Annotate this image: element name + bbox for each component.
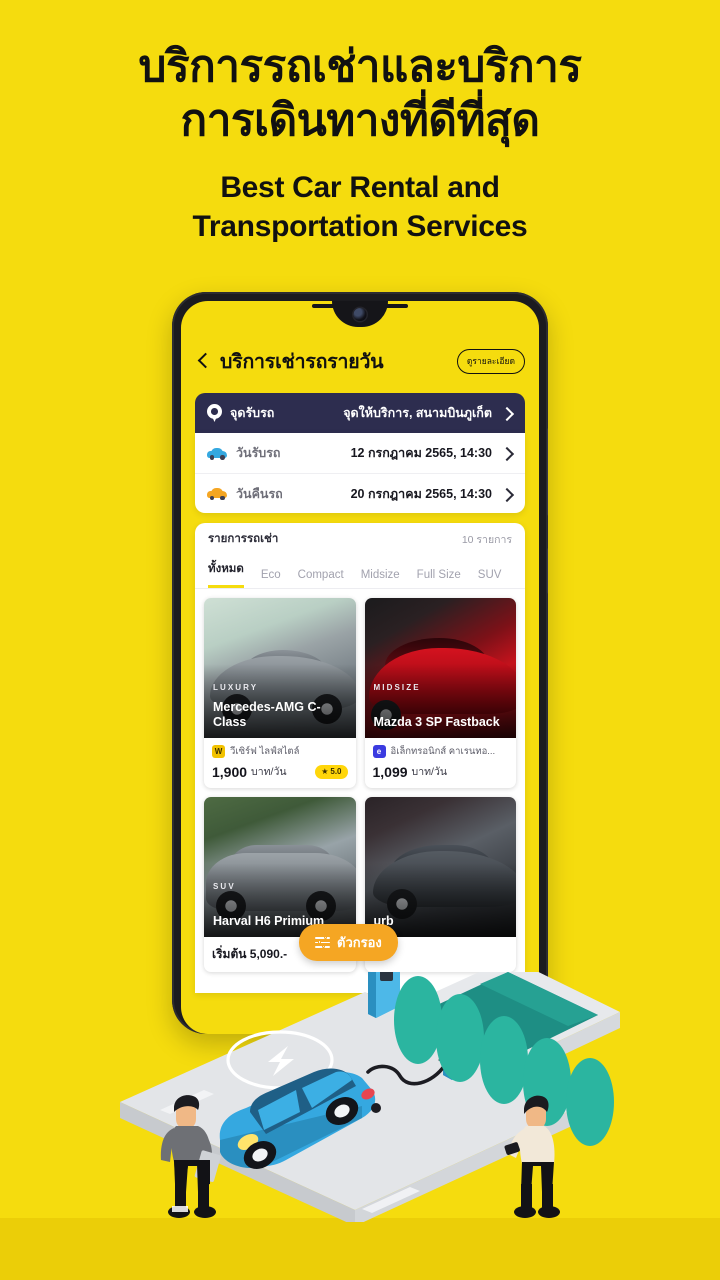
list-title: รายการรถเช่า [208, 533, 279, 545]
category-tabs[interactable]: ทั้งหมด Eco Compact Midsize Full Size SU… [195, 555, 525, 589]
return-date-label: วันคืนรถ [236, 486, 283, 501]
rating-value: 5.0 [330, 767, 342, 776]
list-header: รายการรถเช่า 10 รายการ [195, 523, 525, 555]
list-count: 10 รายการ [461, 533, 512, 546]
car-card-grid: LUXURY Mercedes-AMG C-Class W วีเซิร์ฟ ไ… [195, 589, 525, 972]
return-date-row[interactable]: วันคืนรถ 20 กรกฎาคม 2565, 14:30 [195, 473, 525, 513]
car-price: 1,900 [212, 763, 248, 780]
pickup-label: จุดรับรถ [230, 406, 275, 420]
headline-thai-line2: การเดินทางที่ดีที่สุด [180, 95, 540, 145]
vendor-row: e อิเล็กทรอนิกส์ คาเรนทอ... [372, 744, 509, 759]
date-selection-card: วันรับรถ 12 กรกฎาคม 2565, 14:30 วันคืนรถ… [195, 433, 525, 513]
car-name: Mercedes-AMG C-Class [213, 699, 321, 729]
vendor-name: วีเซิร์ฟ ไลฟ์สไตล์ [230, 746, 300, 757]
vendor-row: W วีเซิร์ฟ ไลฟ์สไตล์ [212, 744, 348, 759]
filter-fab-label: ตัวกรอง [337, 935, 382, 950]
car-name: Mazda 3 SP Fastback [373, 714, 500, 729]
headline-english-line1: Best Car Rental and [220, 171, 500, 205]
chevron-right-icon [500, 487, 513, 500]
tab-eco[interactable]: Eco [261, 569, 281, 588]
chevron-left-icon[interactable] [195, 353, 211, 369]
vendor-logo-icon: e [372, 745, 386, 758]
filter-fab-button[interactable]: ตัวกรอง [299, 924, 398, 961]
chevron-right-icon [500, 447, 513, 460]
vendor-logo-icon: W [212, 745, 225, 758]
chevron-right-icon [500, 407, 513, 420]
price-row: 1,900 บาท/วัน ★ 5.0 [212, 763, 348, 780]
car-list-panel: รายการรถเช่า 10 รายการ ทั้งหมด Eco Compa… [195, 523, 525, 993]
headline-thai-line1: บริการรถเช่าและบริการ [138, 42, 582, 91]
car-front-orange-icon [207, 487, 227, 500]
vendor-name: อิเล็กทรอนิกส์ คาเรนทอ... [390, 746, 496, 757]
map-pin-icon [207, 404, 222, 422]
pickup-location-row[interactable]: จุดรับรถ จุดให้บริการ, สนามบินภูเก็ต [195, 393, 525, 433]
car-category: LUXURY [213, 683, 259, 692]
tab-compact[interactable]: Compact [298, 569, 344, 588]
headline-block: บริการรถเช่าและบริการ การเดินทางที่ดีที่… [0, 40, 720, 246]
price-unit: บาท/วัน [251, 766, 287, 778]
phone-mockup: บริการเช่ารถรายวัน ดูรายละเอียด จุดรับรถ… [172, 292, 548, 1034]
promo-poster: บริการรถเช่าและบริการ การเดินทางที่ดีที่… [0, 0, 720, 1280]
pickup-date-row[interactable]: วันรับรถ 12 กรกฎาคม 2565, 14:30 [195, 433, 525, 473]
tab-midsize[interactable]: Midsize [361, 569, 400, 588]
car-meta: e อิเล็กทรอนิกส์ คาเรนทอ... 1,099 บาท/วั… [365, 738, 517, 788]
price-row: 1,099 บาท/วัน [373, 763, 509, 780]
car-photo-civic: urb [364, 797, 516, 937]
car-meta: W วีเซิร์ฟ ไลฟ์สไตล์ 1,900 บาท/วัน ★ 5.0 [204, 738, 356, 788]
front-camera-icon [353, 308, 367, 321]
tab-fullsize[interactable]: Full Size [417, 569, 461, 588]
car-photo-mazda: MIDSIZE Mazda 3 SP Fastback [364, 598, 516, 738]
pickup-date-label: วันรับรถ [236, 446, 281, 460]
sliders-icon [315, 935, 330, 949]
car-price: 1,099 [372, 763, 408, 780]
car-card[interactable]: MIDSIZE Mazda 3 SP Fastback e อิเล็กทรอน… [364, 598, 517, 788]
bottom-color-band [0, 1218, 720, 1280]
camera-notch [332, 301, 388, 327]
page-title: บริการเช่ารถรายวัน [220, 350, 384, 373]
tab-suv[interactable]: SUV [478, 569, 502, 588]
car-front-blue-icon [207, 447, 227, 460]
car-photo-haval: SUV Harval H6 Primium [204, 797, 356, 937]
star-icon: ★ [321, 767, 329, 776]
app-header: บริการเช่ารถรายวัน ดูรายละเอียด [181, 335, 539, 387]
pickup-value: จุดให้บริการ, สนามบินภูเก็ต [343, 406, 492, 420]
phone-screen: บริการเช่ารถรายวัน ดูรายละเอียด จุดรับรถ… [181, 301, 539, 1034]
price-unit: บาท/วัน [411, 766, 448, 778]
person-left [160, 1095, 221, 1218]
view-details-button[interactable]: ดูรายละเอียด [456, 348, 525, 374]
rating-badge: ★ 5.0 [315, 764, 348, 779]
car-name: urb [373, 913, 394, 928]
person-right [504, 1095, 560, 1218]
car-category: MIDSIZE [373, 683, 421, 692]
car-category: SUV [213, 882, 236, 891]
pickup-date-value: 12 กรกฎาคม 2565, 14:30 [350, 446, 492, 460]
power-button[interactable] [547, 548, 548, 594]
volume-button[interactable] [547, 428, 548, 516]
headline-english-line2: Transportation Services [192, 209, 528, 243]
return-date-value: 20 กรกฎาคม 2565, 14:30 [350, 486, 492, 501]
car-card[interactable]: LUXURY Mercedes-AMG C-Class W วีเซิร์ฟ ไ… [204, 598, 356, 788]
tab-all[interactable]: ทั้งหมด [208, 560, 244, 588]
car-photo-mercedes: LUXURY Mercedes-AMG C-Class [204, 598, 356, 738]
